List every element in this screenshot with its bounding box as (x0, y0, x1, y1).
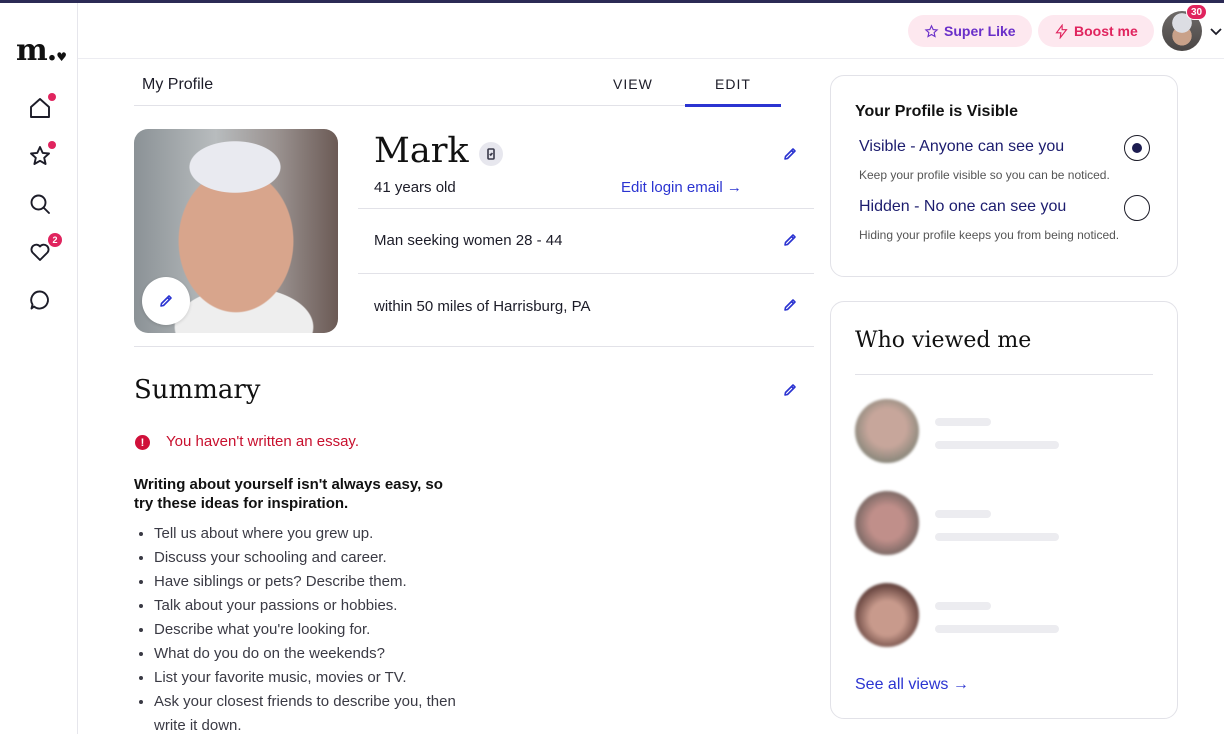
visibility-title: Your Profile is Visible (855, 103, 1019, 120)
placeholder-line (935, 602, 991, 610)
visible-radio[interactable] (1124, 135, 1150, 161)
who-viewed-title: Who viewed me (855, 328, 1032, 353)
divider (134, 346, 814, 347)
list-item: Ask your closest friends to describe you… (154, 690, 474, 734)
edit-location-button[interactable] (779, 294, 801, 316)
profile-age: 41 years old (374, 179, 456, 196)
viewer-avatar[interactable] (855, 399, 919, 463)
location-preference: within 50 miles of Harrisburg, PA (374, 298, 591, 315)
divider (358, 273, 814, 274)
hidden-option-label[interactable]: Hidden - No one can see you (859, 198, 1066, 216)
pencil-icon (784, 148, 796, 160)
pencil-icon (784, 384, 796, 396)
placeholder-line (935, 533, 1059, 541)
profile-name: Mark (374, 131, 469, 171)
viewer-avatar[interactable] (855, 491, 919, 555)
visible-option-description: Keep your profile visible so you can be … (859, 168, 1110, 182)
placeholder-line (935, 418, 991, 426)
visibility-card: Your Profile is Visible Visible - Anyone… (830, 75, 1178, 277)
profile-photo[interactable] (134, 129, 338, 333)
boost-label: Boost me (1074, 23, 1138, 39)
list-item: What do you do on the weekends? (154, 642, 474, 666)
edit-login-email-link[interactable]: Edit login email → (621, 179, 742, 196)
edit-name-button[interactable] (779, 143, 801, 165)
page-title: My Profile (142, 76, 214, 93)
list-item: Describe what you're looking for. (154, 618, 474, 642)
edit-summary-button[interactable] (779, 379, 801, 401)
list-item: Have siblings or pets? Describe them. (154, 570, 474, 594)
alert-icon: ! (135, 435, 150, 450)
nav-home[interactable] (26, 93, 56, 122)
brand-logo[interactable]: m.♥ (16, 33, 67, 68)
home-notification-dot (48, 93, 56, 101)
tab-edit[interactable]: EDIT (685, 76, 781, 107)
nav-search[interactable] (26, 190, 54, 218)
viewer-avatar[interactable] (855, 583, 919, 647)
placeholder-line (935, 625, 1059, 633)
super-like-button[interactable]: Super Like (908, 15, 1032, 47)
nav-likes[interactable]: 2 (26, 233, 62, 266)
pencil-icon (160, 295, 172, 307)
pencil-icon (784, 299, 796, 311)
summary-title: Summary (134, 375, 261, 405)
super-like-label: Super Like (944, 23, 1016, 39)
sidebar-nav: m.♥ 2 (0, 3, 78, 734)
divider (855, 374, 1153, 375)
account-menu-toggle[interactable] (1208, 23, 1224, 39)
visible-option-label[interactable]: Visible - Anyone can see you (859, 138, 1064, 156)
lightning-icon (1055, 23, 1068, 39)
notification-count-badge: 30 (1186, 4, 1208, 20)
list-item: Talk about your passions or hobbies. (154, 594, 474, 618)
nav-messages[interactable] (26, 286, 54, 314)
chevron-down-icon (1210, 28, 1222, 36)
likes-count-badge: 2 (48, 233, 62, 247)
profile-tabs: My Profile VIEW EDIT (134, 69, 781, 107)
favorites-notification-dot (48, 141, 56, 149)
pencil-icon (784, 234, 796, 246)
star-outline-icon (924, 24, 939, 38)
seeking-preference: Man seeking women 28 - 44 (374, 232, 563, 249)
radio-selected-dot (1132, 143, 1142, 153)
verification-badge[interactable] (479, 142, 503, 166)
phone-verify-icon (487, 148, 495, 160)
search-icon (30, 194, 50, 214)
edit-photo-button[interactable] (142, 277, 190, 325)
hidden-option-description: Hiding your profile keeps you from being… (859, 228, 1120, 242)
top-bar: Super Like Boost me 30 (78, 3, 1224, 59)
who-viewed-card: Who viewed me See all views → (830, 301, 1178, 719)
see-all-views-link[interactable]: See all views → (855, 676, 969, 694)
placeholder-line (935, 510, 991, 518)
tips-list: Tell us about where you grew up. Discuss… (154, 522, 474, 734)
list-item: Discuss your schooling and career. (154, 546, 474, 570)
boost-button[interactable]: Boost me (1038, 15, 1154, 47)
essay-warning: You haven't written an essay. (166, 433, 359, 450)
tips-heading: Writing about yourself isn't always easy… (134, 476, 443, 512)
nav-favorites[interactable] (26, 141, 56, 170)
tab-view[interactable]: VIEW (613, 76, 653, 92)
hidden-radio[interactable] (1124, 195, 1150, 221)
divider (358, 208, 814, 209)
edit-seeking-button[interactable] (779, 229, 801, 251)
list-item: Tell us about where you grew up. (154, 522, 474, 546)
list-item: List your favorite music, movies or TV. (154, 666, 474, 690)
placeholder-line (935, 441, 1059, 449)
chat-bubble-icon (30, 290, 49, 310)
